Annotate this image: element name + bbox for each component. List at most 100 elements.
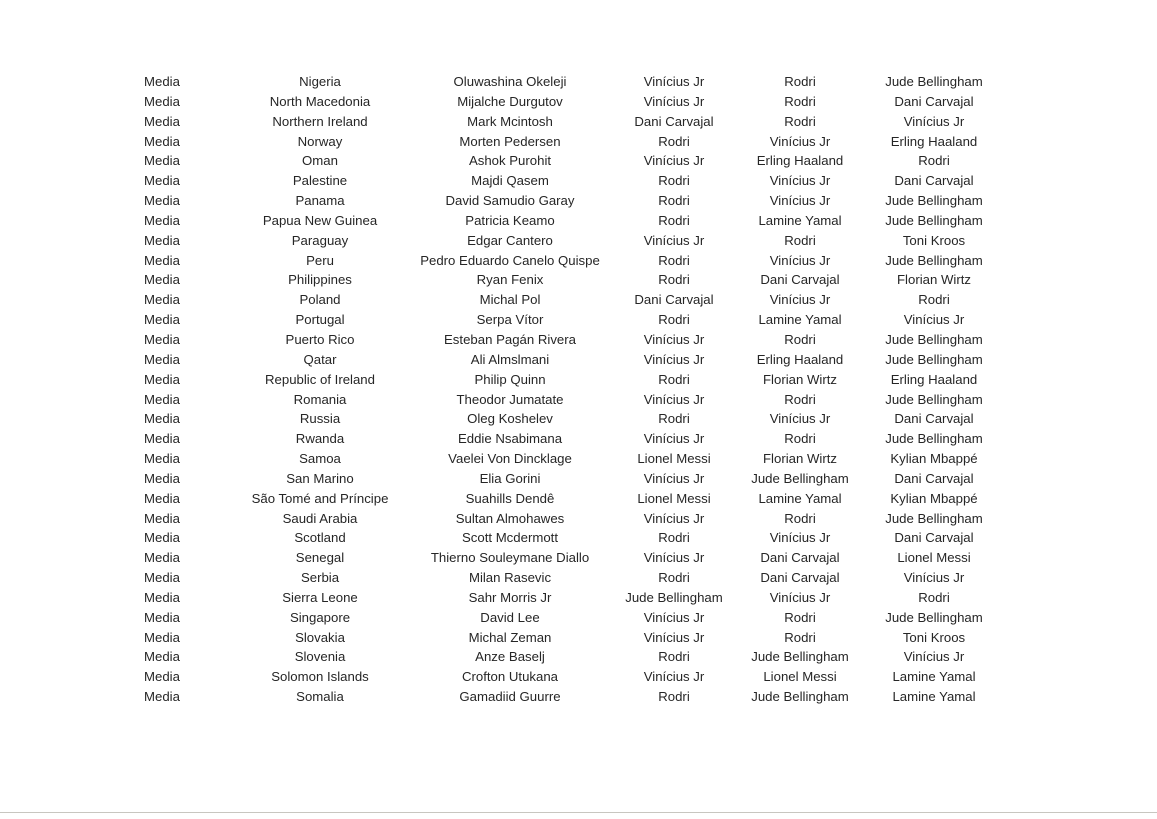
cell-third-place: Lamine Yamal bbox=[892, 669, 976, 685]
cell-third-place: Jude Bellingham bbox=[885, 351, 983, 367]
cell-voter: Oleg Koshelev bbox=[467, 411, 553, 427]
cell-first-place: Rodri bbox=[658, 133, 690, 149]
cell-second-place: Dani Carvajal bbox=[760, 272, 840, 288]
cell-source: Media bbox=[144, 391, 180, 407]
cell-third-place: Vinícius Jr bbox=[903, 312, 965, 328]
cell-source: Media bbox=[144, 272, 180, 288]
cell-second-place: Jude Bellingham bbox=[751, 649, 849, 665]
cell-voter: Anze Baselj bbox=[475, 649, 545, 665]
cell-first-place: Rodri bbox=[658, 649, 690, 665]
cell-first-place: Rodri bbox=[658, 173, 690, 189]
cell-source: Media bbox=[144, 570, 180, 586]
cell-first-place: Rodri bbox=[658, 193, 690, 209]
cell-country: Philippines bbox=[288, 272, 352, 288]
cell-country: Norway bbox=[297, 133, 343, 149]
cell-first-place: Vinícius Jr bbox=[643, 153, 705, 169]
cell-voter: Ashok Purohit bbox=[468, 153, 552, 169]
cell-first-place: Vinícius Jr bbox=[643, 232, 705, 248]
table-row: Media Republic of Ireland Philip Quinn Rodr… bbox=[144, 370, 1006, 390]
cell-voter: Morten Pedersen bbox=[459, 133, 561, 149]
cell-second-place: Rodri bbox=[784, 431, 816, 447]
cell-source: Media bbox=[144, 351, 180, 367]
table-row: Media Sierra Leone Sahr Morris Jr Jude Bell… bbox=[144, 588, 1006, 608]
cell-source: Media bbox=[144, 609, 180, 625]
table-row: Media Peru Pedro Eduardo Canelo Quispe Rodr… bbox=[144, 251, 1006, 271]
cell-source: Media bbox=[144, 252, 180, 268]
cell-country: Puerto Rico bbox=[285, 331, 355, 347]
table-row: Media Romania Theodor Jumatate Vinícius Jr R… bbox=[144, 390, 1006, 410]
cell-voter: Vaelei Von Dincklage bbox=[448, 451, 572, 467]
cell-first-place: Rodri bbox=[658, 570, 690, 586]
cell-country: Solomon Islands bbox=[271, 669, 369, 685]
table-row: Media Nigeria Oluwashina Okeleji Vinícius J… bbox=[144, 72, 1006, 92]
cell-second-place: Vinícius Jr bbox=[769, 133, 831, 149]
cell-country: Qatar bbox=[303, 351, 337, 367]
cell-first-place: Vinícius Jr bbox=[643, 74, 705, 89]
cell-second-place: Jude Bellingham bbox=[751, 689, 849, 705]
cell-third-place: Jude Bellingham bbox=[885, 74, 983, 89]
cell-second-place: Rodri bbox=[784, 93, 816, 109]
cell-voter: Patricia Keamo bbox=[465, 212, 555, 228]
cell-source: Media bbox=[144, 331, 180, 347]
cell-third-place: Toni Kroos bbox=[902, 232, 966, 248]
table-row: Media Samoa Vaelei Von Dincklage Lionel Mes… bbox=[144, 449, 1006, 469]
cell-source: Media bbox=[144, 470, 180, 486]
cell-voter: Milan Rasevic bbox=[468, 570, 552, 586]
cell-second-place: Rodri bbox=[784, 232, 816, 248]
cell-voter: Philip Quinn bbox=[474, 371, 546, 387]
cell-second-place: Rodri bbox=[784, 609, 816, 625]
cell-country: Poland bbox=[299, 292, 341, 308]
cell-third-place: Jude Bellingham bbox=[885, 510, 983, 526]
cell-first-place: Rodri bbox=[658, 411, 690, 427]
cell-country: Papua New Guinea bbox=[262, 212, 378, 228]
cell-source: Media bbox=[144, 629, 180, 645]
cell-second-place: Lionel Messi bbox=[763, 669, 837, 685]
cell-country: Northern Ireland bbox=[272, 113, 368, 129]
cell-source: Media bbox=[144, 530, 180, 546]
cell-voter: David Samudio Garay bbox=[445, 193, 575, 209]
cell-voter: Sahr Morris Jr bbox=[468, 589, 552, 605]
cell-country: Singapore bbox=[289, 609, 351, 625]
table-row: Media Saudi Arabia Sultan Almohawes Viníciu… bbox=[144, 509, 1006, 529]
cell-third-place: Dani Carvajal bbox=[894, 173, 974, 189]
cell-second-place: Rodri bbox=[784, 391, 816, 407]
table-row: Media Oman Ashok Purohit Vinícius Jr Erling … bbox=[144, 151, 1006, 171]
cell-voter: Theodor Jumatate bbox=[456, 391, 564, 407]
cell-second-place: Vinícius Jr bbox=[769, 292, 831, 308]
cell-second-place: Rodri bbox=[784, 74, 816, 89]
ballot-table-body: Media Nigeria Oluwashina Okeleji Vinícius J… bbox=[144, 72, 1006, 707]
cell-first-place: Rodri bbox=[658, 252, 690, 268]
cell-country: North Macedonia bbox=[269, 93, 371, 109]
cell-source: Media bbox=[144, 371, 180, 387]
cell-second-place: Lamine Yamal bbox=[758, 490, 842, 506]
cell-source: Media bbox=[144, 113, 180, 129]
cell-source: Media bbox=[144, 212, 180, 228]
cell-source: Media bbox=[144, 312, 180, 328]
cell-first-place: Vinícius Jr bbox=[643, 391, 705, 407]
cell-country: Slovenia bbox=[294, 649, 346, 665]
cell-first-place: Lionel Messi bbox=[637, 451, 711, 467]
table-row: Media Portugal Serpa Vítor Rodri Lamine Yama… bbox=[144, 310, 1006, 330]
cell-first-place: Jude Bellingham bbox=[625, 589, 723, 605]
cell-second-place: Rodri bbox=[784, 510, 816, 526]
cell-source: Media bbox=[144, 74, 180, 89]
cell-source: Media bbox=[144, 669, 180, 685]
cell-first-place: Rodri bbox=[658, 312, 690, 328]
cell-third-place: Dani Carvajal bbox=[894, 411, 974, 427]
cell-first-place: Vinícius Jr bbox=[643, 510, 705, 526]
cell-voter: Pedro Eduardo Canelo Quispe bbox=[420, 252, 600, 268]
cell-voter: David Lee bbox=[480, 609, 540, 625]
cell-first-place: Rodri bbox=[658, 212, 690, 228]
cell-third-place: Dani Carvajal bbox=[894, 93, 974, 109]
cell-third-place: Erling Haaland bbox=[890, 371, 978, 387]
cell-voter: Edgar Cantero bbox=[467, 232, 553, 248]
cell-second-place: Rodri bbox=[784, 113, 816, 129]
cell-second-place: Florian Wirtz bbox=[763, 451, 837, 467]
cell-country: Scotland bbox=[294, 530, 346, 546]
cell-country: Nigeria bbox=[299, 74, 341, 89]
cell-second-place: Erling Haaland bbox=[756, 153, 844, 169]
cell-first-place: Rodri bbox=[658, 371, 690, 387]
cell-third-place: Kylian Mbappé bbox=[890, 490, 978, 506]
cell-third-place: Lamine Yamal bbox=[892, 689, 976, 705]
cell-voter: Ryan Fenix bbox=[476, 272, 544, 288]
